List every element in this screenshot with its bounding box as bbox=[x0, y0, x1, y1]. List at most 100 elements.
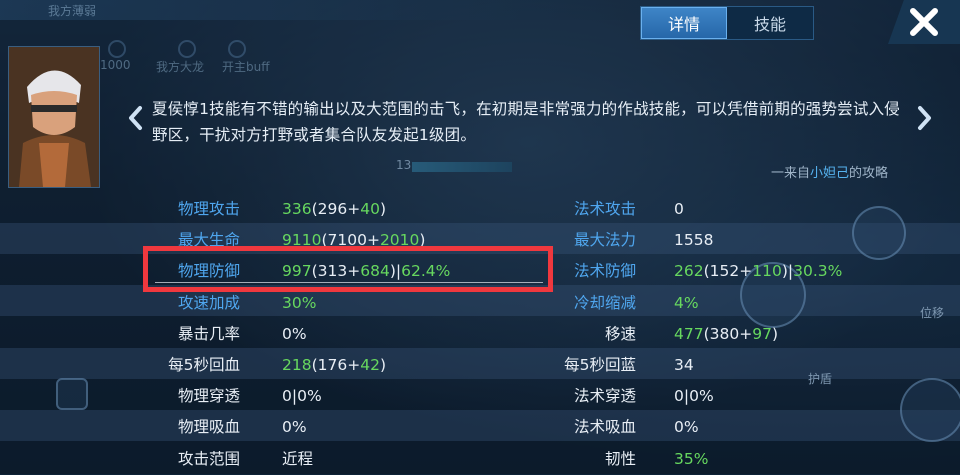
stat-label: 韧性 bbox=[604, 450, 636, 468]
ghost-item-1: 我方大龙 bbox=[156, 60, 205, 74]
stat-value-part: ) bbox=[771, 325, 779, 343]
stat-value-part: 218 bbox=[282, 356, 312, 374]
ghost-shield-icon bbox=[56, 378, 88, 410]
stat-label: 攻击范围 bbox=[177, 450, 240, 468]
stat-label: 法术穿透 bbox=[573, 387, 636, 405]
credit-author-link[interactable]: 小妲己 bbox=[810, 166, 849, 181]
stat-value-part: (380+ bbox=[703, 325, 753, 343]
stat-value-part: (296+ bbox=[311, 200, 361, 218]
close-x-icon bbox=[910, 8, 938, 36]
stat-band bbox=[0, 410, 960, 441]
stat-label: 物理攻击 bbox=[177, 200, 240, 218]
stat-value: 1558 bbox=[674, 225, 713, 256]
stat-value-part: 0|0% bbox=[674, 387, 714, 405]
stat-value: 336(296+40) bbox=[282, 194, 386, 225]
stat-value: 9110(7100+2010) bbox=[282, 225, 425, 256]
hero-tip-text: 夏侯惇1技能有不错的输出以及大范围的击飞，在初期是非常强力的作战技能，可以凭借前… bbox=[152, 100, 900, 144]
stat-value-part: 34 bbox=[674, 356, 694, 374]
stat-value-part: 97 bbox=[752, 325, 772, 343]
ghost-buff-icon bbox=[228, 40, 246, 58]
stat-value: 0|0% bbox=[282, 381, 322, 412]
tip-credit: 一来自小妲己的攻略 bbox=[700, 162, 888, 181]
stat-value: 近程 bbox=[282, 444, 313, 475]
top-hud-strip: 我方薄弱 bbox=[0, 0, 640, 20]
stat-value-part: 42 bbox=[360, 356, 380, 374]
stat-value: 30% bbox=[282, 288, 316, 319]
stat-value-part: 近程 bbox=[282, 450, 314, 468]
ghost-item-2: 开主buff bbox=[222, 60, 270, 74]
hero-portrait bbox=[8, 46, 100, 188]
ghost-side-label: 护盾 bbox=[808, 372, 833, 386]
credit-prefix: 一来自 bbox=[770, 166, 810, 181]
stat-value: 0% bbox=[282, 319, 307, 350]
top-hud-text: 我方薄弱 bbox=[48, 4, 97, 18]
stat-label: 冷却缩减 bbox=[573, 294, 636, 312]
stat-value-part: 110 bbox=[752, 262, 782, 280]
stat-value-part: 40 bbox=[360, 200, 380, 218]
stat-value: 0 bbox=[674, 194, 684, 225]
stat-value-part: 477 bbox=[674, 325, 704, 343]
stat-label: 物理穿透 bbox=[177, 387, 240, 405]
stat-value-part: )| bbox=[781, 262, 794, 280]
stat-value: 477(380+97) bbox=[674, 319, 778, 350]
stat-value-part: 262 bbox=[674, 262, 704, 280]
ghost-side-label: 位移 bbox=[920, 306, 945, 320]
stat-value: 4% bbox=[674, 288, 699, 319]
stat-value-part: ) bbox=[379, 200, 387, 218]
stat-value-part: ) bbox=[419, 231, 426, 249]
stat-value-part: (176+ bbox=[311, 356, 361, 374]
stat-value: 35% bbox=[674, 444, 708, 475]
tab-skills[interactable]: 技能 bbox=[727, 7, 813, 39]
ghost-hud-row: 1000 我方大龙 开主buff bbox=[100, 40, 350, 76]
stat-band bbox=[0, 223, 960, 254]
stat-label: 最大生命 bbox=[177, 231, 240, 249]
stat-value-part: 2010 bbox=[379, 231, 420, 249]
stat-value: 0|0% bbox=[674, 381, 714, 412]
stat-value-part: 0|0% bbox=[282, 387, 322, 405]
stat-label: 每5秒回血 bbox=[168, 356, 240, 374]
stat-value-part: (7100+ bbox=[321, 231, 380, 249]
ghost-dragon-icon bbox=[178, 40, 196, 58]
stat-label: 法术防御 bbox=[573, 262, 636, 280]
ghost-skill-button bbox=[900, 378, 960, 442]
ghost-item-0: 1000 bbox=[100, 58, 131, 72]
stat-value: 34 bbox=[674, 350, 694, 381]
stat-value-part: 35% bbox=[674, 450, 709, 468]
stat-label: 攻速加成 bbox=[177, 294, 240, 312]
ghost-level: 13 bbox=[396, 158, 412, 172]
chevron-right-icon bbox=[918, 106, 931, 130]
stat-value-part: 0 bbox=[674, 200, 684, 218]
stat-value-part: 30% bbox=[282, 294, 317, 312]
stat-label: 法术吸血 bbox=[573, 418, 636, 436]
credit-suffix: 的攻略 bbox=[848, 166, 888, 181]
stat-label: 移速 bbox=[604, 325, 636, 343]
ghost-level-bar bbox=[412, 162, 512, 172]
prev-arrow-button[interactable] bbox=[126, 104, 146, 132]
stat-band bbox=[0, 285, 960, 316]
stat-value: 218(176+42) bbox=[282, 350, 386, 381]
detail-tabs: 详情 技能 bbox=[640, 6, 814, 40]
stat-value-part: ) bbox=[379, 356, 387, 374]
stat-value-part: 62.4% bbox=[401, 262, 451, 280]
stat-value-part: 684 bbox=[360, 262, 390, 280]
stat-value-part: 1558 bbox=[674, 231, 714, 249]
stat-value-part: )| bbox=[389, 262, 402, 280]
stat-value-part: (313+ bbox=[311, 262, 361, 280]
chevron-left-icon bbox=[129, 106, 142, 130]
stat-value-part: 9110 bbox=[282, 231, 322, 249]
stat-value-part: 30.3% bbox=[793, 262, 843, 280]
ghost-clock-icon bbox=[108, 40, 126, 58]
stat-label: 每5秒回蓝 bbox=[564, 356, 636, 374]
stat-value-part: 4% bbox=[674, 294, 699, 312]
ghost-skill-button bbox=[852, 206, 906, 260]
next-arrow-button[interactable] bbox=[914, 104, 934, 132]
stat-label: 物理吸血 bbox=[177, 418, 240, 436]
stat-value: 0% bbox=[674, 412, 699, 443]
stat-value-part: 0% bbox=[282, 418, 307, 436]
stat-value-part: 0% bbox=[674, 418, 699, 436]
tab-details[interactable]: 详情 bbox=[641, 7, 727, 39]
stat-value-part: 997 bbox=[282, 262, 312, 280]
stat-label: 暴击几率 bbox=[177, 325, 240, 343]
stat-value: 0% bbox=[282, 412, 307, 443]
stat-label: 最大法力 bbox=[573, 231, 636, 249]
